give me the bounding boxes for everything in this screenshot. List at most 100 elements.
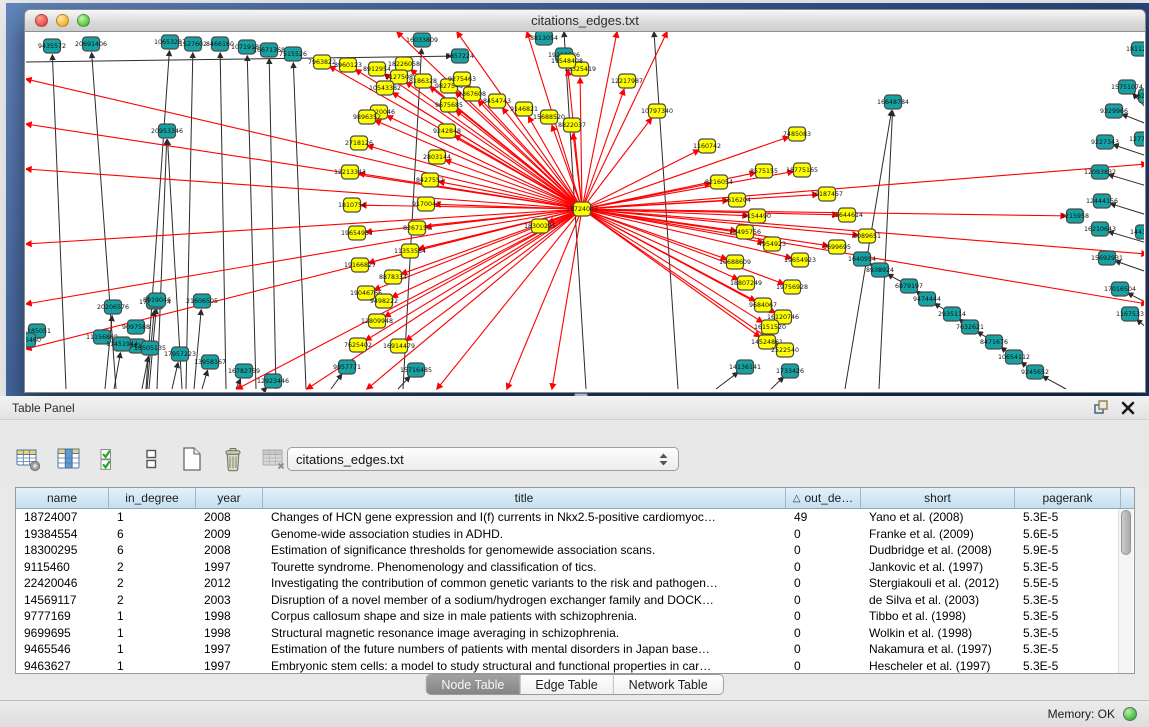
table-cell[interactable]: 5.5E-5 bbox=[1015, 576, 1121, 590]
graph-node[interactable]: 8960123 bbox=[334, 58, 362, 72]
table-row[interactable]: 1830029562008Estimation of significance … bbox=[16, 542, 1134, 559]
table-cell[interactable]: 2 bbox=[109, 560, 196, 574]
table-cell[interactable]: 5.3E-5 bbox=[1015, 593, 1121, 607]
table-cell[interactable]: 2008 bbox=[196, 510, 263, 524]
table-cell[interactable]: 9463627 bbox=[16, 659, 109, 673]
graph-node[interactable]: 16210643 bbox=[1084, 222, 1116, 236]
column-header[interactable]: year bbox=[196, 488, 263, 508]
table-cell[interactable]: 9115460 bbox=[16, 560, 109, 574]
tab-edge-table[interactable]: Edge Table bbox=[519, 675, 612, 694]
graph-node[interactable]: 7485083 bbox=[783, 127, 811, 141]
table-cell[interactable]: 0 bbox=[786, 543, 861, 557]
graph-node[interactable]: 1277459 bbox=[1129, 132, 1144, 146]
graph-node[interactable]: 8427552 bbox=[416, 173, 444, 187]
table-cell[interactable]: 1997 bbox=[196, 659, 263, 673]
graph-node[interactable]: 7963822 bbox=[308, 55, 336, 69]
vertical-scrollbar[interactable] bbox=[1118, 509, 1133, 673]
graph-node[interactable]: 1616204 bbox=[723, 193, 751, 207]
graph-node[interactable]: 2718126 bbox=[345, 136, 373, 150]
graph-node[interactable]: 8466160 bbox=[206, 37, 234, 51]
network-window-titlebar[interactable]: citations_edges.txt bbox=[25, 10, 1145, 32]
table-cell[interactable]: 2012 bbox=[196, 576, 263, 590]
graph-node[interactable]: 9699695 bbox=[823, 240, 851, 254]
table-row[interactable]: 1456911722003Disruption of a novel membe… bbox=[16, 592, 1134, 609]
table-cell[interactable]: Estimation of significance thresholds fo… bbox=[263, 543, 786, 557]
table-cell[interactable]: 5.3E-5 bbox=[1015, 642, 1121, 656]
table-cell[interactable]: 5.9E-5 bbox=[1015, 543, 1121, 557]
table-cell[interactable]: 0 bbox=[786, 593, 861, 607]
table-cell[interactable]: 0 bbox=[786, 560, 861, 574]
graph-node[interactable]: 2803144 bbox=[423, 150, 451, 164]
table-cell[interactable]: 6 bbox=[109, 543, 196, 557]
graph-node[interactable]: 17957223 bbox=[164, 347, 196, 361]
graph-node[interactable]: 9474444 bbox=[913, 292, 941, 306]
table-row[interactable]: 946554611997Estimation of the future num… bbox=[16, 641, 1134, 658]
table-cell[interactable]: 0 bbox=[786, 576, 861, 590]
float-window-icon[interactable] bbox=[1094, 400, 1109, 415]
graph-node[interactable]: 12809948 bbox=[361, 314, 393, 328]
table-row[interactable]: 1872400712008Changes of HCN gene express… bbox=[16, 509, 1134, 526]
table-cell[interactable]: Embryonic stem cells: a model to study s… bbox=[263, 659, 786, 673]
graph-node[interactable]: 11353584 bbox=[394, 244, 426, 258]
table-mode-icon[interactable] bbox=[14, 446, 42, 472]
table-cell[interactable]: 0 bbox=[786, 659, 861, 673]
graph-node[interactable]: 9435572 bbox=[38, 39, 66, 53]
table-cell[interactable]: 2009 bbox=[196, 527, 263, 541]
zoom-button[interactable] bbox=[77, 14, 90, 27]
graph-node[interactable]: 14136141 bbox=[729, 360, 761, 374]
graph-node[interactable]: 9329966 bbox=[1100, 104, 1128, 118]
graph-node[interactable]: 8215958 bbox=[1061, 209, 1089, 223]
row-check-icon[interactable] bbox=[96, 446, 124, 472]
network-window[interactable]: citations_edges.txt 94355722069140610653… bbox=[24, 9, 1146, 393]
table-cell[interactable]: 1 bbox=[109, 659, 196, 673]
column-header[interactable]: △out_de… bbox=[786, 488, 861, 508]
table-cell[interactable]: 2 bbox=[109, 593, 196, 607]
graph-node[interactable]: 8575155 bbox=[750, 164, 778, 178]
table-cell[interactable]: 1997 bbox=[196, 560, 263, 574]
graph-node[interactable]: 9857771 bbox=[333, 360, 361, 374]
graph-node[interactable]: 2935114 bbox=[938, 307, 966, 321]
graph-node[interactable]: 15692931 bbox=[1091, 251, 1123, 265]
table-cell[interactable]: 0 bbox=[786, 642, 861, 656]
table-cell[interactable]: Genome-wide association studies in ADHD. bbox=[263, 527, 786, 541]
table-cell[interactable]: 9465546 bbox=[16, 642, 109, 656]
network-canvas[interactable]: 9435572206914061065328715276028466160107… bbox=[26, 32, 1144, 392]
graph-node[interactable]: 10654112 bbox=[998, 350, 1030, 364]
table-cell[interactable]: 5.3E-5 bbox=[1015, 659, 1121, 673]
table-cell[interactable]: Jankovic et al. (1997) bbox=[861, 560, 1015, 574]
table-cell[interactable]: Nakamura et al. (1997) bbox=[861, 642, 1015, 656]
table-cell[interactable]: 22420046 bbox=[16, 576, 109, 590]
graph-node[interactable]: 8813054 bbox=[530, 32, 558, 45]
graph-node[interactable]: 9170043 bbox=[412, 197, 440, 211]
table-row[interactable]: 1938455462009Genome-wide association stu… bbox=[16, 526, 1134, 543]
graph-node[interactable]: 9242848 bbox=[433, 124, 461, 138]
table-cell[interactable]: Corpus callosum shape and size in male p… bbox=[263, 609, 786, 623]
graph-node[interactable]: 20691406 bbox=[75, 37, 107, 51]
table-cell[interactable]: Yano et al. (2008) bbox=[861, 510, 1015, 524]
graph-node[interactable]: 1733426 bbox=[776, 364, 804, 378]
table-cell[interactable]: 2008 bbox=[196, 543, 263, 557]
graph-node[interactable]: 12213343 bbox=[334, 165, 366, 179]
table-cell[interactable]: 0 bbox=[786, 626, 861, 640]
table-cell[interactable]: Dudbridge et al. (2008) bbox=[861, 543, 1015, 557]
graph-node[interactable]: 9227343 bbox=[1091, 135, 1119, 149]
table-cell[interactable]: Investigating the contribution of common… bbox=[263, 576, 786, 590]
table-cell[interactable]: Wolkin et al. (1998) bbox=[861, 626, 1015, 640]
graph-node[interactable]: 16914479 bbox=[383, 339, 415, 353]
graph-node[interactable]: 8471676 bbox=[980, 335, 1008, 349]
table-cell[interactable]: 5.6E-5 bbox=[1015, 527, 1121, 541]
graph-node[interactable]: 17016504 bbox=[1104, 282, 1136, 296]
graph-node[interactable]: 19166827 bbox=[344, 258, 376, 272]
graph-node[interactable]: 21606505 bbox=[186, 294, 218, 308]
graph-node[interactable]: 1811254 bbox=[1126, 42, 1144, 56]
table-row[interactable]: 2242004622012Investigating the contribut… bbox=[16, 575, 1134, 592]
table-cell[interactable]: 1 bbox=[109, 642, 196, 656]
table-cell[interactable]: 2003 bbox=[196, 593, 263, 607]
column-visibility-icon[interactable] bbox=[55, 446, 83, 472]
column-header[interactable]: in_degree bbox=[109, 488, 196, 508]
table-cell[interactable]: 18724007 bbox=[16, 510, 109, 524]
graph-node[interactable]: 12444156 bbox=[1086, 194, 1118, 208]
table-cell[interactable]: 9777169 bbox=[16, 609, 109, 623]
table-cell[interactable]: 6 bbox=[109, 527, 196, 541]
table-cell[interactable]: de Silva et al. (2003) bbox=[861, 593, 1015, 607]
